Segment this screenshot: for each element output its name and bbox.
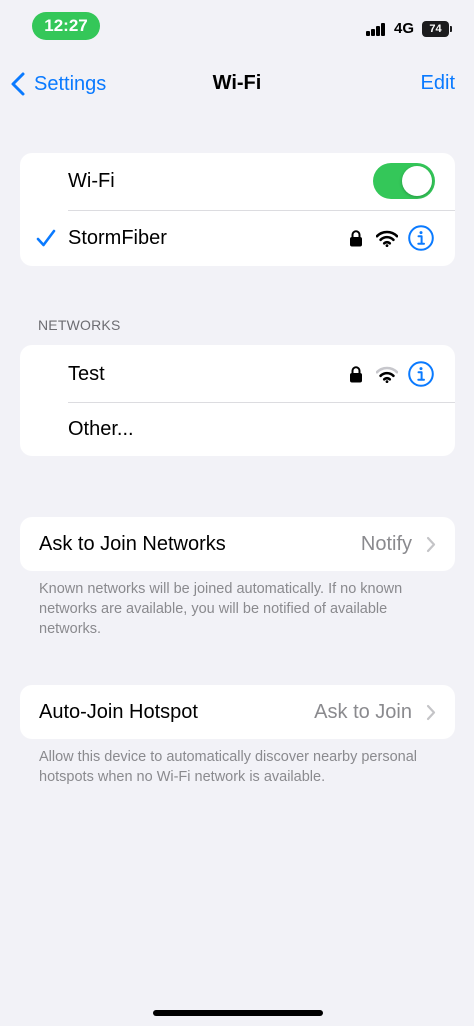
wifi-settings-screen: 12:27 4G 74 Settings Wi-Fi Edit Wi-Fi St…: [0, 0, 474, 1026]
auto-join-hotspot-label: Auto-Join Hotspot: [39, 701, 198, 723]
wifi-group: Wi-Fi StormFiber: [20, 153, 455, 266]
network-type: 4G: [394, 20, 415, 37]
toggle-knob: [402, 166, 432, 196]
home-indicator[interactable]: [153, 1010, 323, 1016]
wifi-toggle-row[interactable]: Wi-Fi: [20, 153, 455, 210]
networks-section-header: NETWORKS: [38, 317, 121, 333]
cellular-signal-icon: [366, 23, 386, 36]
wifi-toggle[interactable]: [373, 163, 435, 199]
wifi-toggle-label: Wi-Fi: [68, 170, 115, 192]
network-name: Test: [68, 363, 105, 385]
auto-join-hotspot-row[interactable]: Auto-Join Hotspot Ask to Join: [20, 685, 455, 739]
other-network-label: Other...: [68, 418, 134, 440]
auto-join-hotspot-group: Auto-Join Hotspot Ask to Join: [20, 685, 455, 739]
auto-join-hotspot-value: Ask to Join: [314, 701, 412, 723]
checkmark-icon: [36, 229, 56, 247]
status-time[interactable]: 12:27: [32, 12, 100, 40]
row-divider: [68, 402, 455, 403]
info-icon[interactable]: [408, 225, 434, 251]
info-icon[interactable]: [408, 361, 434, 387]
network-row-test[interactable]: Test: [20, 345, 455, 402]
page-title: Wi-Fi: [212, 72, 262, 94]
ask-to-join-label: Ask to Join Networks: [39, 533, 226, 555]
lock-icon: [350, 366, 362, 383]
battery-icon: 74: [422, 21, 452, 37]
ask-to-join-footer: Known networks will be joined automatica…: [39, 581, 403, 637]
ask-to-join-value: Notify: [360, 533, 412, 555]
status-bar: 12:27 4G 74: [0, 0, 474, 52]
auto-join-hotspot-footer: Allow this device to automatically disco…: [39, 749, 417, 785]
row-divider: [68, 210, 455, 211]
connected-network-row[interactable]: StormFiber: [20, 210, 455, 266]
network-row-other[interactable]: Other...: [20, 402, 455, 456]
navigation-bar: Settings Wi-Fi Edit: [0, 60, 474, 108]
edit-button[interactable]: Edit: [421, 72, 455, 95]
connected-network-name: StormFiber: [68, 227, 167, 249]
networks-group: Test Other...: [20, 345, 455, 456]
ask-to-join-row[interactable]: Ask to Join Networks Notify: [20, 517, 455, 571]
chevron-right-icon: [426, 704, 436, 721]
lock-icon: [350, 230, 362, 247]
wifi-signal-icon: [376, 366, 398, 383]
wifi-signal-icon: [376, 230, 398, 247]
chevron-right-icon: [426, 536, 436, 553]
ask-to-join-group: Ask to Join Networks Notify: [20, 517, 455, 571]
